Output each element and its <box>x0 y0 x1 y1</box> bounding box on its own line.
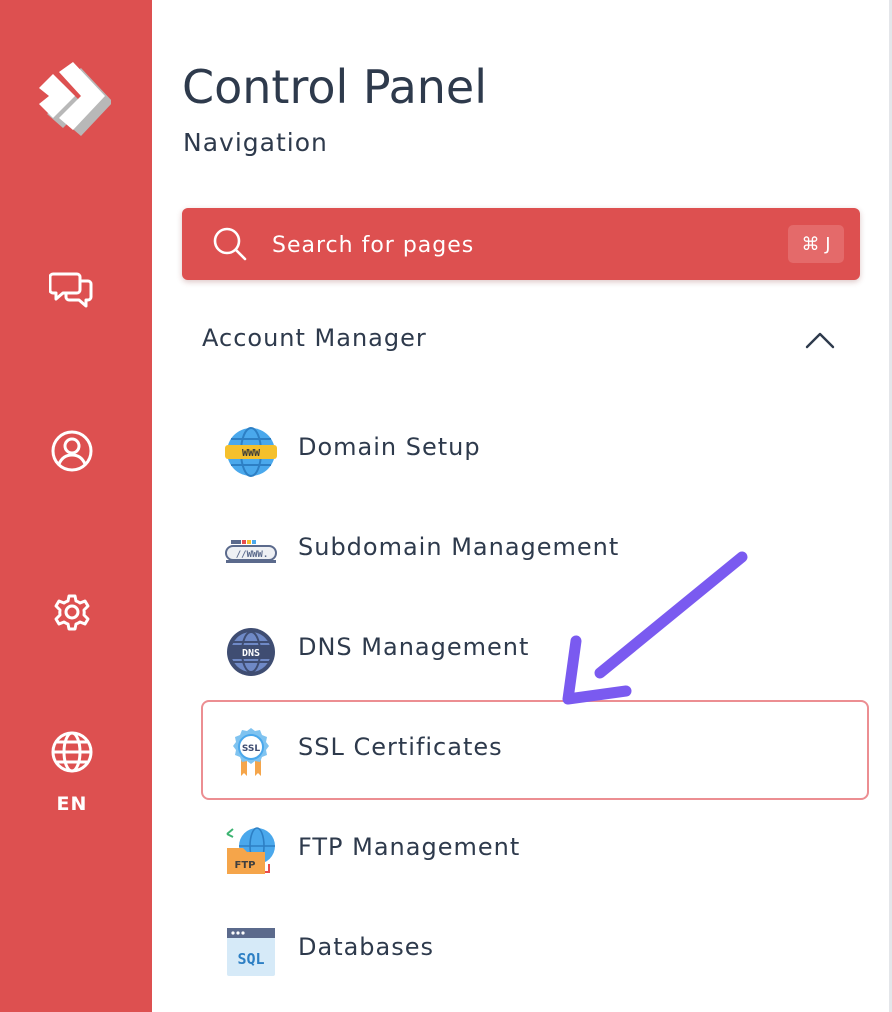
search-icon <box>212 226 248 262</box>
nav-item-ssl-certificates[interactable]: SSL SSL Certificates <box>201 700 869 800</box>
nav-item-label: FTP Management <box>298 833 521 861</box>
svg-text:SSL: SSL <box>242 744 261 754</box>
search-bar[interactable]: ⌘ J <box>182 208 860 280</box>
subdomain-icon: //WWW. <box>225 526 277 578</box>
nav-item-domain-setup[interactable]: WWW Domain Setup <box>201 400 869 500</box>
chevron-up-icon[interactable] <box>802 328 838 352</box>
section-label: Account Manager <box>202 324 427 352</box>
nav-item-ftp-management[interactable]: FTP FTP Management <box>201 800 869 900</box>
nav-item-label: SSL Certificates <box>298 733 503 761</box>
nav-item-databases[interactable]: SQL Databases <box>201 900 869 1000</box>
side-rail: EN <box>0 0 152 1012</box>
sql-database-icon: SQL <box>225 926 277 978</box>
nav-item-label: DNS Management <box>298 633 530 661</box>
svg-text:WWW: WWW <box>242 448 261 459</box>
language-label[interactable]: EN <box>0 793 144 815</box>
chat-icon[interactable] <box>48 265 96 313</box>
user-profile-icon[interactable] <box>48 427 96 475</box>
keyboard-shortcut-badge: ⌘ J <box>788 225 844 263</box>
www-globe-icon: WWW <box>225 426 277 478</box>
nav-item-label: Databases <box>298 933 435 961</box>
brand-logo-icon[interactable] <box>33 62 113 146</box>
globe-icon[interactable] <box>48 728 96 776</box>
svg-text:DNS: DNS <box>242 648 260 659</box>
svg-text://WWW.: //WWW. <box>236 550 269 560</box>
ftp-folder-icon: FTP <box>225 826 277 878</box>
ssl-badge-icon: SSL <box>225 726 277 778</box>
gear-icon[interactable] <box>48 588 96 636</box>
nav-item-subdomain-management[interactable]: //WWW. Subdomain Management <box>201 500 869 600</box>
nav-item-dns-management[interactable]: DNS DNS Management <box>201 600 869 700</box>
section-account-manager[interactable]: Account Manager <box>182 315 852 365</box>
dns-globe-icon: DNS <box>225 626 277 678</box>
search-input[interactable] <box>270 222 754 268</box>
svg-text:FTP: FTP <box>235 860 256 871</box>
svg-text:SQL: SQL <box>237 950 264 968</box>
page-title: Control Panel <box>182 60 487 114</box>
nav-item-label: Domain Setup <box>298 433 481 461</box>
nav-item-label: Subdomain Management <box>298 533 620 561</box>
page-subtitle: Navigation <box>183 128 328 157</box>
